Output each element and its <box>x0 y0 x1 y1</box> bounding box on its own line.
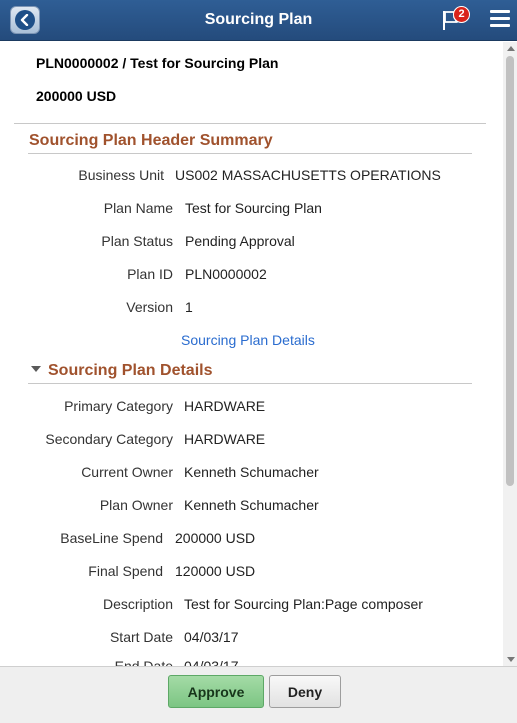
plan-summary-title: PLN0000002 / Test for Sourcing Plan <box>36 55 279 71</box>
top-header-bar: Sourcing Plan 2 <box>0 0 517 41</box>
approve-button[interactable]: Approve <box>168 675 264 708</box>
section-divider <box>28 383 472 384</box>
field-label: Plan ID <box>127 266 173 282</box>
field-value: Kenneth Schumacher <box>184 497 319 513</box>
field-label: Secondary Category <box>45 431 173 447</box>
field-label: BaseLine Spend <box>60 530 163 546</box>
scrollbar-thumb[interactable] <box>506 56 514 486</box>
field-version: Version 1 <box>0 299 500 319</box>
field-baseline-spend: BaseLine Spend 200000 USD <box>0 530 500 550</box>
field-plan-owner: Plan Owner Kenneth Schumacher <box>0 497 500 517</box>
field-value: Test for Sourcing Plan:Page composer <box>184 596 423 612</box>
deny-button[interactable]: Deny <box>269 675 341 708</box>
field-plan-name: Plan Name Test for Sourcing Plan <box>0 200 500 220</box>
field-value: Test for Sourcing Plan <box>185 200 322 216</box>
field-label: Final Spend <box>88 563 163 579</box>
field-plan-id: Plan ID PLN0000002 <box>0 266 500 286</box>
field-label: Plan Owner <box>99 497 173 513</box>
field-value: 200000 USD <box>175 530 256 546</box>
field-value: Kenneth Schumacher <box>184 464 319 480</box>
collapse-triangle-icon <box>31 366 41 372</box>
vertical-scrollbar[interactable] <box>503 42 517 666</box>
notification-count-badge[interactable]: 2 <box>453 6 470 23</box>
field-value: HARDWARE <box>184 398 266 414</box>
field-value: 04/03/17 <box>184 629 239 645</box>
details-section-title: Sourcing Plan Details <box>48 362 213 379</box>
field-value: Pending Approval <box>185 233 295 249</box>
field-label: Description <box>102 596 173 612</box>
field-label: Start Date <box>109 629 173 645</box>
plan-summary-amount: 200000 USD <box>36 88 117 104</box>
field-label: End Date <box>114 658 173 666</box>
field-current-owner: Current Owner Kenneth Schumacher <box>0 464 500 484</box>
field-label: Plan Status <box>101 233 173 249</box>
header-summary-title: Sourcing Plan Header Summary <box>29 132 273 149</box>
field-label: Version <box>126 299 173 315</box>
field-value: 04/03/17 <box>184 658 239 666</box>
scroll-up-arrow-icon[interactable] <box>507 46 515 51</box>
sourcing-plan-details-link[interactable]: Sourcing Plan Details <box>181 332 315 348</box>
field-secondary-category: Secondary Category HARDWARE <box>0 431 500 451</box>
field-value: 1 <box>185 299 193 315</box>
field-label: Business Unit <box>78 167 164 183</box>
field-label: Current Owner <box>81 464 173 480</box>
field-label: Primary Category <box>64 398 173 414</box>
field-primary-category: Primary Category HARDWARE <box>0 398 500 418</box>
scroll-down-arrow-icon[interactable] <box>507 657 515 662</box>
action-footer: Approve Deny <box>0 666 517 723</box>
field-start-date: Start Date 04/03/17 <box>0 629 500 649</box>
details-section-toggle[interactable]: Sourcing Plan Details <box>31 362 212 380</box>
field-value: 120000 USD <box>175 563 256 579</box>
field-value: HARDWARE <box>184 431 266 447</box>
main-content[interactable]: PLN0000002 / Test for Sourcing Plan 2000… <box>0 42 503 666</box>
field-value: PLN0000002 <box>185 266 267 282</box>
field-description: Description Test for Sourcing Plan:Page … <box>0 596 500 616</box>
field-value: US002 MASSACHUSETTS OPERATIONS <box>175 167 441 183</box>
field-label: Plan Name <box>103 200 173 216</box>
page-title: Sourcing Plan <box>204 11 313 28</box>
field-end-date: End Date 04/03/17 <box>0 658 500 666</box>
section-divider <box>28 153 472 154</box>
field-business-unit: Business Unit US002 MASSACHUSETTS OPERAT… <box>0 167 500 187</box>
hamburger-menu-icon[interactable] <box>490 10 510 28</box>
divider <box>14 123 486 124</box>
field-final-spend: Final Spend 120000 USD <box>0 563 500 583</box>
field-plan-status: Plan Status Pending Approval <box>0 233 500 253</box>
